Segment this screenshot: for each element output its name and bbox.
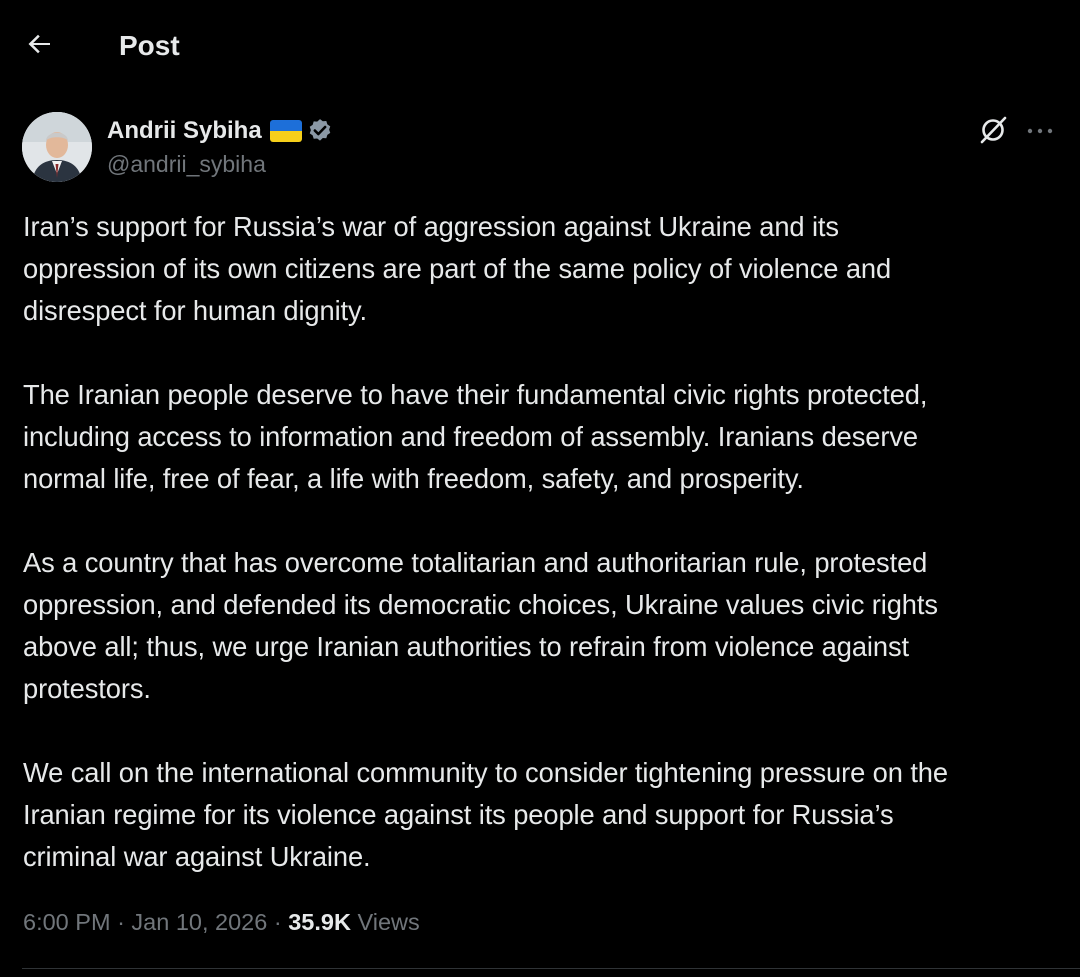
post-date[interactable]: Jan 10, 2026 xyxy=(131,909,267,935)
post-paragraph: The Iranian people deserve to have their… xyxy=(23,379,928,494)
more-options-button[interactable] xyxy=(1022,112,1058,152)
author-display-name[interactable]: Andrii Sybiha xyxy=(107,117,262,145)
avatar[interactable] xyxy=(22,112,92,182)
post-header: Andrii Sybiha @andrii_sybiha xyxy=(22,112,1058,184)
more-horizontal-icon xyxy=(1026,123,1054,141)
post-paragraph: We call on the international community t… xyxy=(23,757,948,872)
views-label: Views xyxy=(357,909,420,935)
post-paragraph: As a country that has overcome totalitar… xyxy=(23,547,938,704)
author-handle[interactable]: @andrii_sybiha xyxy=(107,150,266,178)
author-name-row: Andrii Sybiha xyxy=(107,116,334,146)
ukraine-flag-icon xyxy=(269,120,302,142)
verified-badge-icon[interactable] xyxy=(306,117,334,145)
arrow-left-icon xyxy=(25,29,55,64)
grok-icon xyxy=(977,114,1009,151)
back-button[interactable] xyxy=(22,28,58,64)
post-time[interactable]: 6:00 PM xyxy=(23,909,111,935)
page-title: Post xyxy=(119,30,180,61)
meta-separator: · xyxy=(117,909,125,935)
post-paragraph: Iran’s support for Russia’s war of aggre… xyxy=(23,211,892,326)
divider xyxy=(22,968,1080,969)
grok-button[interactable] xyxy=(973,112,1013,152)
views-count[interactable]: 35.9K xyxy=(288,909,351,935)
top-bar: Post xyxy=(0,0,1080,92)
post-body: Iran’s support for Russia’s war of aggre… xyxy=(23,206,1071,920)
avatar-image xyxy=(22,112,92,182)
meta-separator: · xyxy=(273,909,282,935)
post-meta: 6:00 PM · Jan 10, 2026 · 35.9K Views xyxy=(23,906,420,938)
